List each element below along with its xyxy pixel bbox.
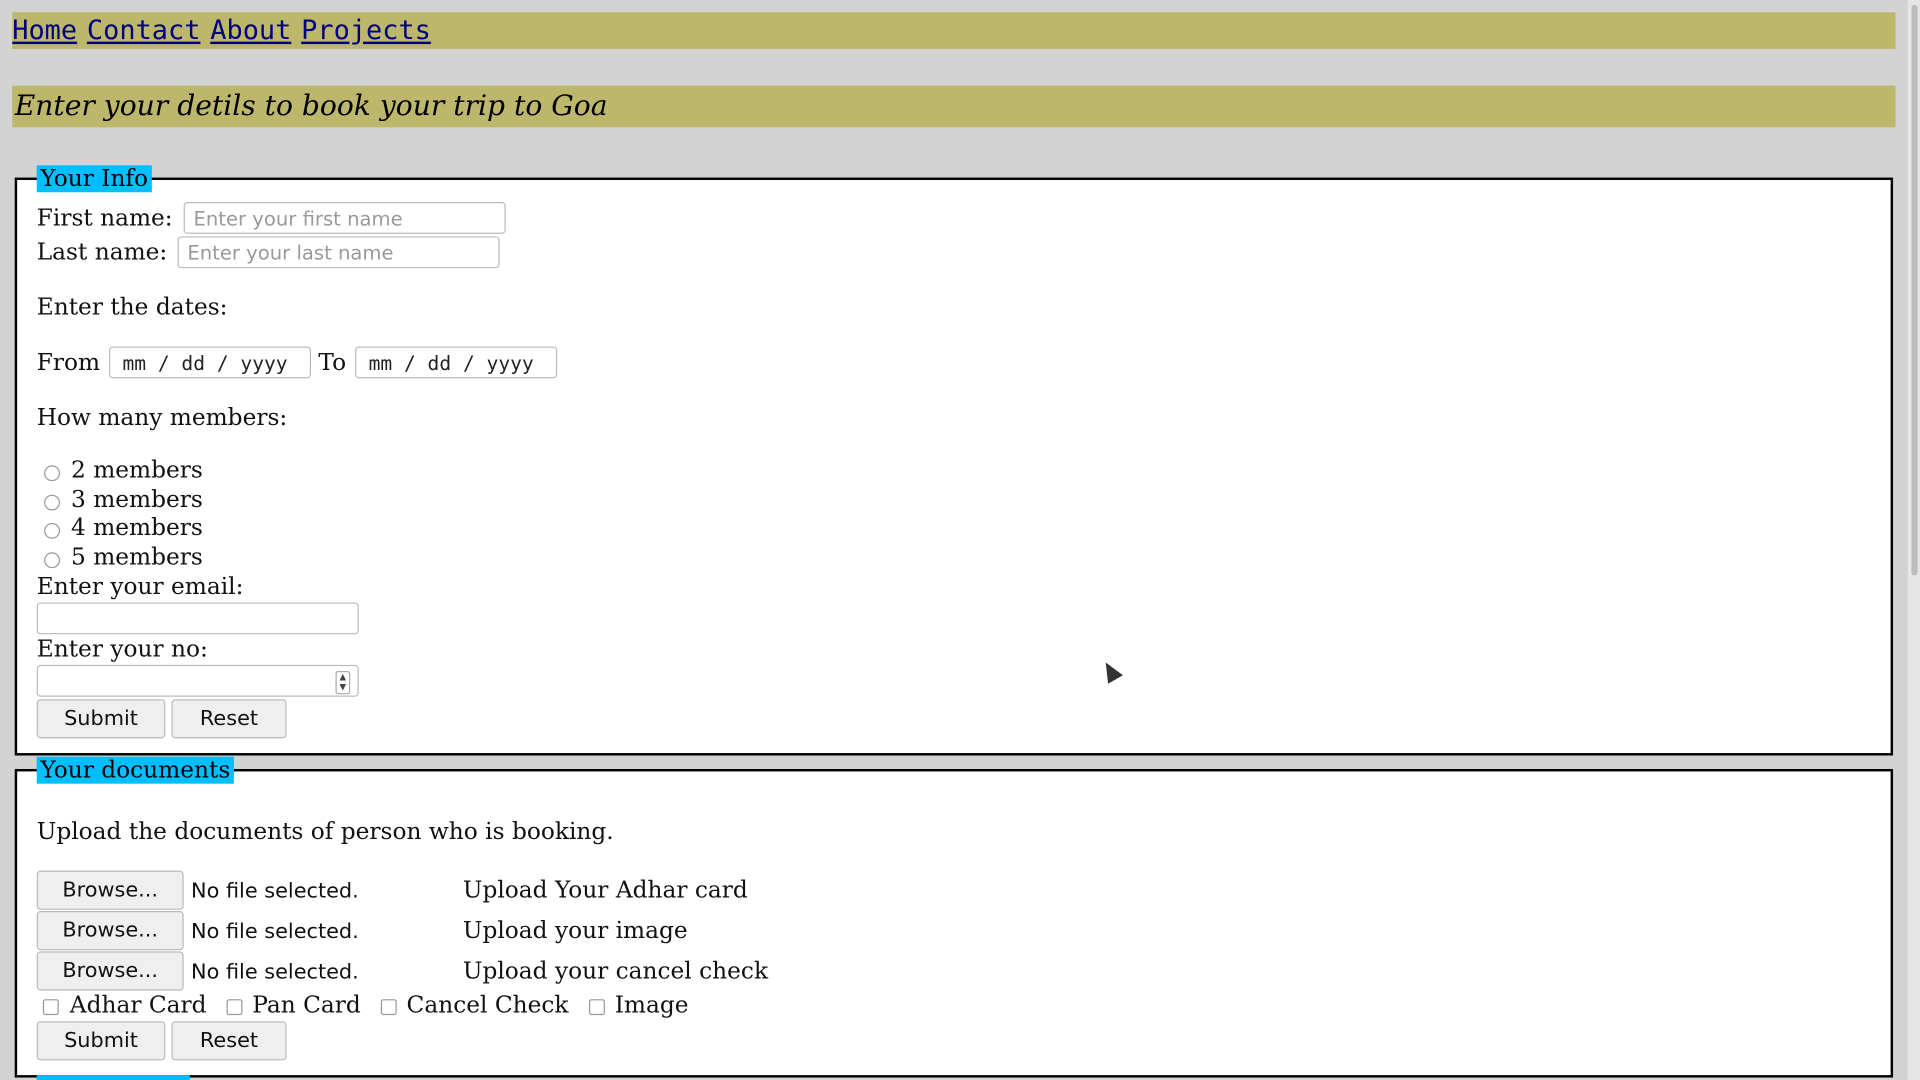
to-date-input[interactable]: mm / dd / yyyy [355,346,558,379]
page: Home Contact About Projects Enter your d… [0,0,1920,1080]
email-label: Enter your email: [36,573,244,601]
from-label: From [36,348,101,376]
browse-image-button[interactable]: Browse... [36,911,184,951]
first-name-placeholder: Enter your first name [193,206,403,230]
nav-link-projects[interactable]: Projects [301,15,431,46]
nav-link-about[interactable]: About [210,15,291,46]
nav-link-contact[interactable]: Contact [87,15,201,46]
page-banner: Enter your detils to book your trip to G… [12,85,1896,128]
adhar-file-status: No file selected. [191,879,359,904]
docs-submit-button[interactable]: Submit [36,1021,166,1061]
number-label: Enter your no: [36,635,208,663]
last-name-label: Last name: [36,238,168,266]
nav-link-home[interactable]: Home [12,15,77,46]
upload-adhar-label: Upload Your Adhar card [462,876,748,904]
to-date-placeholder: mm / dd / yyyy [368,350,534,375]
browse-cancel-check-button[interactable]: Browse... [36,951,184,991]
checkbox-cancel-check-label: Cancel Check [406,991,569,1019]
last-name-input[interactable]: Enter your last name [177,236,500,269]
top-nav: Home Contact About Projects [12,12,1896,49]
cancel-check-file-status: No file selected. [191,960,359,985]
upload-cancel-check-label: Upload your cancel check [462,957,769,985]
first-name-input[interactable]: Enter your first name [183,202,506,234]
browse-adhar-button[interactable]: Browse... [36,870,184,910]
from-date-placeholder: mm / dd / yyyy [122,350,288,375]
info-submit-button[interactable]: Submit [36,699,166,739]
next-fieldset-legend-edge [36,1075,190,1080]
checkbox-image[interactable] [588,999,605,1016]
email-input[interactable] [36,602,359,635]
info-reset-button[interactable]: Reset [171,699,287,739]
number-spinner-icon[interactable]: ▲ ▼ [335,671,351,695]
your-documents-legend: Your documents [36,756,234,784]
checkbox-image-label: Image [614,991,689,1019]
scrollbar-thumb[interactable] [1911,4,1918,576]
number-input[interactable]: ▲ ▼ [36,664,359,697]
checkbox-cancel-check[interactable] [380,999,397,1016]
checkbox-pan-card-label: Pan Card [252,991,361,1019]
radio-2-members-label: 2 members [71,456,203,484]
docs-reset-button[interactable]: Reset [171,1021,287,1061]
image-file-status: No file selected. [191,919,359,945]
radio-2-members[interactable] [44,465,61,482]
checkbox-adhar-card-label: Adhar Card [69,991,207,1019]
checkbox-pan-card[interactable] [226,999,243,1016]
radio-4-members-label: 4 members [71,514,203,542]
your-info-fieldset: Your Info First name: Enter your first n… [14,165,1894,756]
radio-4-members[interactable] [44,522,61,539]
dates-label: Enter the dates: [36,293,228,321]
to-label: To [318,348,347,376]
radio-3-members-label: 3 members [71,486,203,514]
your-info-legend: Your Info [36,165,152,193]
members-label: How many members: [36,404,288,432]
last-name-placeholder: Enter your last name [187,240,394,264]
documents-instructions: Upload the documents of person who is bo… [36,817,614,845]
banner-text: Enter your detils to book your trip to G… [14,90,608,123]
radio-5-members-label: 5 members [71,543,203,571]
radio-3-members[interactable] [44,494,61,511]
radio-5-members[interactable] [44,552,61,569]
upload-image-label: Upload your image [462,917,688,945]
checkbox-adhar-card[interactable] [42,999,59,1016]
from-date-input[interactable]: mm / dd / yyyy [108,346,312,379]
your-documents-fieldset: Your documents Upload the documents of p… [14,756,1894,1078]
first-name-label: First name: [36,204,173,232]
